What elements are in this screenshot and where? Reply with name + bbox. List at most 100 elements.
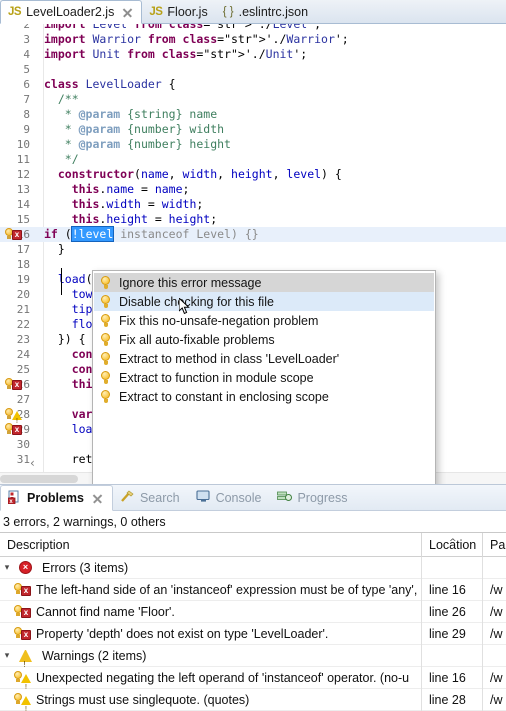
line-number: 6: [23, 78, 30, 91]
code-line[interactable]: 15 this.height = height;: [0, 212, 506, 227]
editor-tab-floor[interactable]: JS Floor.js: [142, 0, 215, 23]
panel-tab-problems[interactable]: x Problems: [0, 485, 113, 511]
code-line[interactable]: 13 this.name = name;: [0, 182, 506, 197]
selected-token[interactable]: !level: [71, 227, 114, 241]
editor-tab-eslintrc[interactable]: { } .eslintrc.json: [216, 0, 316, 23]
column-header-location[interactable]: Location ^: [421, 532, 482, 557]
line-number: 12: [16, 168, 30, 181]
error-marker-icon: x: [14, 626, 31, 641]
line-number: 30: [16, 438, 30, 451]
editor-tab-label: LevelLoader2.js: [26, 5, 115, 19]
problems-row[interactable]: ! Strings must use singlequote. (quotes) l…: [0, 688, 506, 711]
code-line-text: tip,: [71, 302, 100, 316]
code-line[interactable]: 11 */: [0, 152, 506, 167]
code-line[interactable]: 9 * @param {number} width: [0, 122, 506, 137]
problem-description: The left-hand side of an 'instanceof' ex…: [36, 582, 418, 597]
problems-group-label: Errors (3 items): [42, 560, 129, 575]
line-number: 4: [23, 48, 30, 61]
line-number: 31: [16, 453, 30, 466]
error-marker-icon[interactable]: x: [3, 377, 29, 392]
quick-fix-item-label: Fix all auto-fixable problems: [119, 332, 275, 347]
line-number: 23: [16, 333, 30, 346]
code-line[interactable]: 17 }: [0, 242, 506, 257]
line-number: 8: [23, 108, 30, 121]
code-line-text: load({: [57, 272, 100, 286]
problem-path: /w: [482, 600, 506, 623]
panel-tab-label: Problems: [27, 491, 84, 505]
problems-group-row[interactable]: ▾ × Errors (3 items): [0, 556, 506, 579]
close-icon[interactable]: [122, 7, 133, 18]
scrollbar-thumb[interactable]: [0, 475, 78, 483]
json-file-icon: { }: [222, 5, 234, 18]
error-marker-icon[interactable]: x: [3, 227, 29, 242]
lightbulb-icon: [100, 275, 112, 290]
quick-fix-item[interactable]: Extract to method in class 'LevelLoader': [94, 349, 434, 368]
panel-tab-search[interactable]: Search: [113, 485, 189, 510]
panel-tab-progress[interactable]: Progress: [270, 485, 356, 510]
js-file-icon: JS: [8, 6, 22, 18]
error-marker-icon[interactable]: x: [3, 422, 29, 437]
code-line-text: import Level from class="str">'./Level';: [44, 24, 322, 31]
line-number: 24: [16, 348, 30, 361]
quick-fix-item[interactable]: Disable checking for this file: [94, 292, 434, 311]
problems-summary: 3 errors, 2 warnings, 0 others: [0, 511, 506, 533]
quick-fix-item[interactable]: Extract to constant in enclosing scope: [94, 387, 434, 406]
editor-tab-bar: JS LevelLoader2.js JS Floor.js { } .esli…: [0, 0, 506, 24]
panel-tab-console[interactable]: Console: [189, 485, 271, 510]
code-line[interactable]: 10 * @param {number} height: [0, 137, 506, 152]
mouse-pointer-icon: [178, 296, 190, 315]
quick-fix-item[interactable]: Fix all auto-fixable problems: [94, 330, 434, 349]
problems-row[interactable]: ! Unexpected negating the left operand of…: [0, 666, 506, 689]
quick-fix-item[interactable]: Extract to function in module scope: [94, 368, 434, 387]
line-number: 10: [16, 138, 30, 151]
code-line[interactable]: 12 constructor(name, width, height, leve…: [0, 167, 506, 182]
column-header-path[interactable]: Pa: [482, 532, 506, 557]
problems-group-path: [482, 556, 506, 579]
column-header-description[interactable]: Description: [0, 533, 421, 557]
warning-marker-icon[interactable]: !: [3, 407, 29, 425]
line-number: 21: [16, 303, 30, 316]
warning-marker-icon: !: [14, 670, 31, 689]
search-icon: [120, 489, 135, 506]
lightbulb-icon: [100, 332, 112, 347]
problem-description: Unexpected negating the left operand of …: [36, 670, 410, 685]
code-line[interactable]: 2 import Level from class="str">'./Level'…: [0, 24, 506, 32]
expand-collapse-chevron-icon[interactable]: ▾: [0, 557, 14, 579]
collapse-arrow-icon[interactable]: ‹: [30, 456, 35, 470]
problems-group-row[interactable]: ▾! Warnings (2 items): [0, 644, 506, 667]
code-line-text: }: [44, 242, 65, 256]
quick-fix-item[interactable]: Fix this no-unsafe-negation problem: [94, 311, 434, 330]
code-line[interactable]: 6 class LevelLoader {: [0, 77, 506, 92]
line-number: 14: [16, 198, 30, 211]
line-number: 3: [23, 33, 30, 46]
error-marker-icon: x: [14, 582, 31, 597]
problem-description: Property 'depth' does not exist on type …: [36, 626, 329, 641]
code-editor[interactable]: 2 import Level from class="str">'./Level'…: [0, 24, 506, 484]
code-line[interactable]: 14 this.width = width;: [0, 197, 506, 212]
problems-row[interactable]: x The left-hand side of an 'instanceof' e…: [0, 578, 506, 601]
editor-tab-levelloader2[interactable]: JS LevelLoader2.js: [0, 0, 143, 24]
line-number: 13: [16, 183, 30, 196]
code-line[interactable]: 4 import Unit from class="str">'./Unit';: [0, 47, 506, 62]
line-number: 22: [16, 318, 30, 331]
expand-collapse-chevron-icon[interactable]: ▾: [0, 645, 14, 667]
quick-fix-item-label: Fix this no-unsafe-negation problem: [119, 313, 319, 328]
problems-table-header: Description Location ^ Pa: [0, 532, 506, 557]
problems-group-location: [421, 644, 482, 667]
code-line-text: * @param {string} name: [44, 107, 218, 121]
quick-fix-popup[interactable]: Ignore this error message Disable checkin…: [92, 270, 436, 484]
code-line[interactable]: 7 /**: [0, 92, 506, 107]
code-line[interactable]: 8 * @param {string} name: [0, 107, 506, 122]
code-line[interactable]: 5: [0, 62, 506, 77]
lightbulb-icon: [100, 351, 112, 366]
text-caret: [61, 268, 62, 295]
problems-row[interactable]: x Cannot find name 'Floor'. line 26/w: [0, 600, 506, 623]
close-icon[interactable]: [92, 493, 103, 504]
code-line[interactable]: x 16 if (!level instanceof Level) {}: [0, 227, 506, 242]
quick-fix-item[interactable]: Ignore this error message: [94, 273, 434, 292]
code-line-text: import Unit from class="str">'./Unit';: [44, 47, 308, 61]
progress-icon: [277, 489, 293, 506]
line-number: 5: [23, 63, 30, 76]
code-line[interactable]: 3 import Warrior from class="str">'./Warr…: [0, 32, 506, 47]
problems-row[interactable]: x Property 'depth' does not exist on type…: [0, 622, 506, 645]
